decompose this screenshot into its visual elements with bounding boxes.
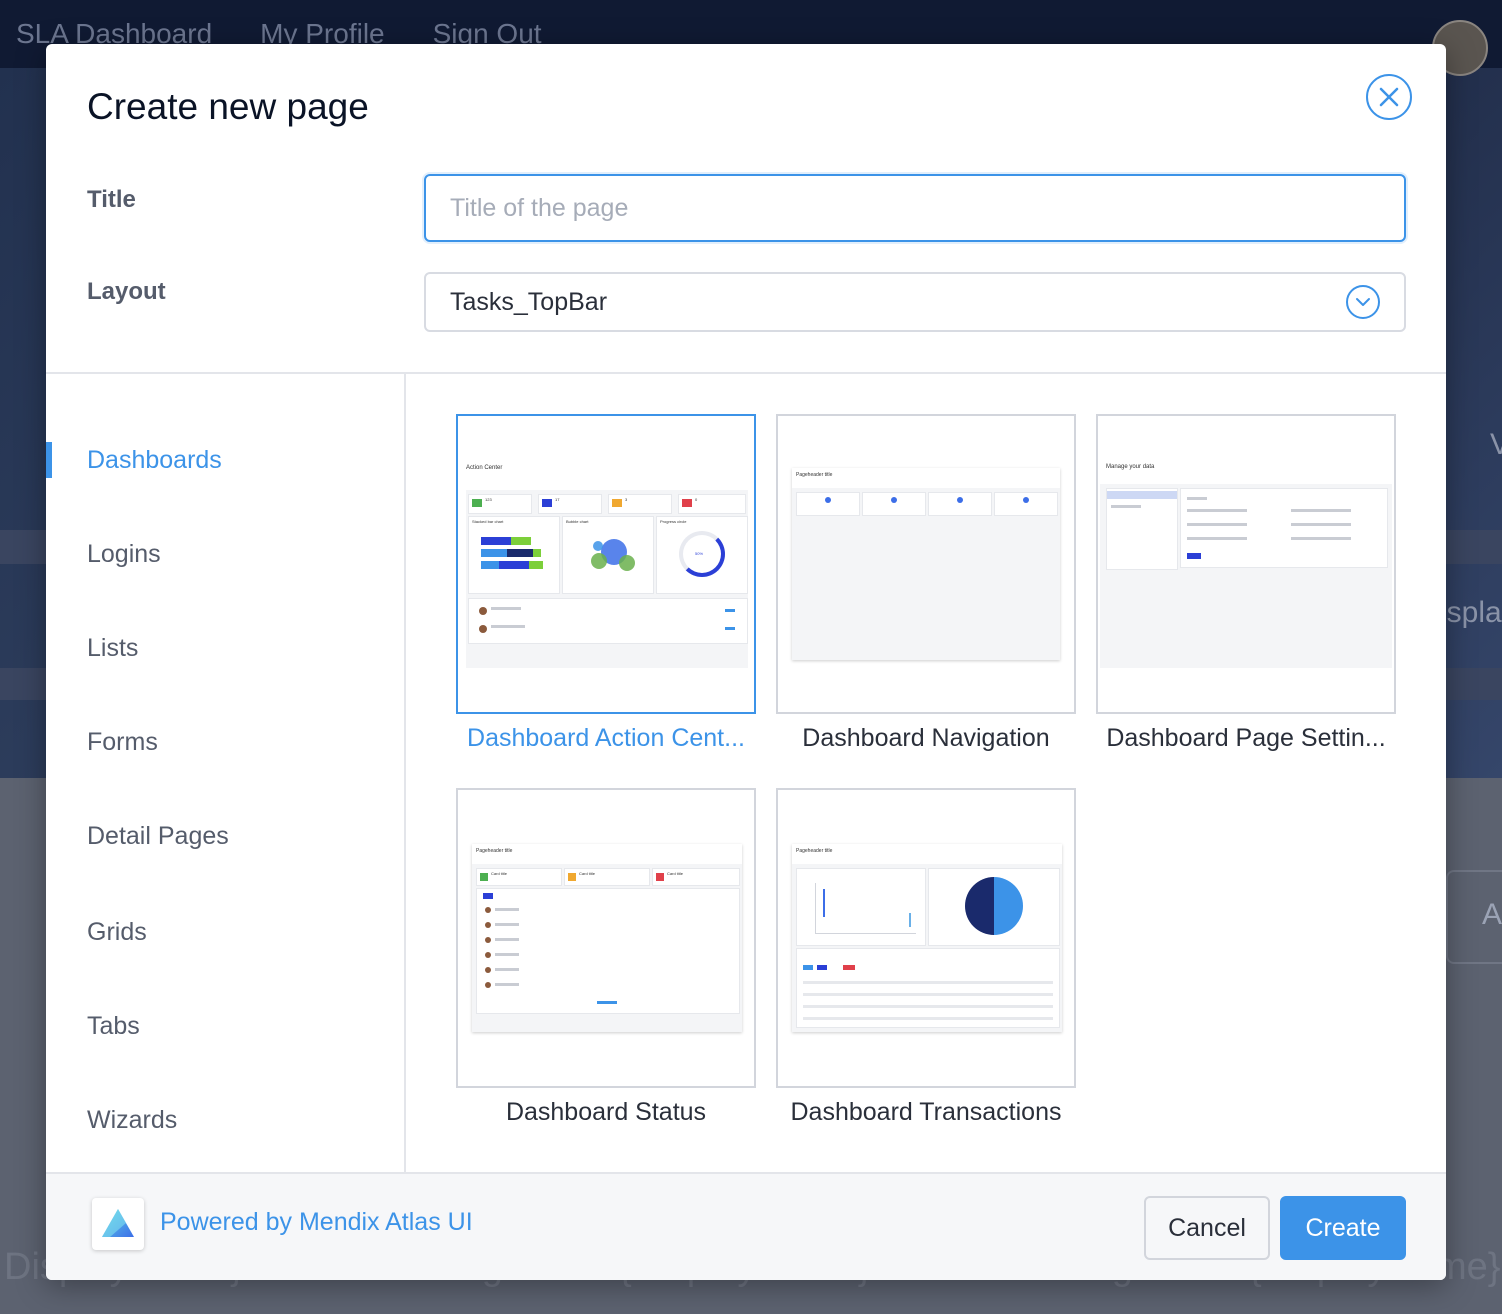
category-wizards[interactable]: Wizards [46, 1096, 404, 1144]
dialog-title: Create new page [87, 86, 369, 127]
thumbnail-preview: Pageheader title Card title Card title C… [472, 844, 742, 1032]
create-page-dialog: Create new page Title Layout Tasks_TopBa… [46, 44, 1446, 1280]
category-dashboards[interactable]: Dashboards [46, 436, 404, 484]
create-button[interactable]: Create [1280, 1196, 1406, 1260]
preview-panel-title: Progress circle [660, 519, 687, 524]
thumbnail-preview: Pageheader title [792, 468, 1060, 660]
background-card [1446, 870, 1502, 964]
preview-counter: 0 [695, 497, 698, 502]
divider [46, 372, 1446, 374]
background-text: ispla [1440, 596, 1502, 629]
category-lists[interactable]: Lists [46, 624, 404, 672]
template-thumbnail: Pageheader title Card title Card title C… [456, 788, 756, 1088]
category-label: Lists [87, 633, 139, 662]
preview-counter: 3 [625, 497, 628, 502]
category-tabs[interactable]: Tabs [46, 1002, 404, 1050]
layout-selected-value: Tasks_TopBar [450, 287, 608, 316]
template-dashboard-transactions[interactable]: Pageheader title Dashboard Transactions [776, 788, 1076, 1127]
category-grids[interactable]: Grids [46, 908, 404, 956]
layout-label: Layout [87, 278, 166, 305]
preview-panel-title: Bubble chart [566, 519, 589, 524]
thumbnail-preview: Manage your data [1100, 460, 1392, 668]
preview-card-title: Card title [491, 871, 508, 876]
category-label: Tabs [87, 1011, 140, 1040]
cancel-button[interactable]: Cancel [1144, 1196, 1270, 1260]
preview-progress-label: 50% [695, 551, 704, 556]
template-thumbnail: Action Center 123 17 3 0 Stacked bar cha… [456, 414, 756, 714]
thumbnail-preview: Action Center 123 17 3 0 Stacked bar cha… [466, 460, 748, 668]
template-dashboard-action-center[interactable]: Action Center 123 17 3 0 Stacked bar cha… [456, 414, 756, 753]
preview-header: Pageheader title [796, 848, 833, 854]
category-label: Dashboards [87, 445, 222, 474]
preview-counter: 17 [555, 497, 560, 502]
background-text: V [1490, 428, 1502, 461]
atlas-logo-icon [92, 1198, 144, 1250]
category-label: Grids [87, 917, 147, 946]
template-name: Dashboard Page Settin... [1106, 724, 1386, 752]
dialog-footer: Powered by Mendix Atlas UI Cancel Create [46, 1172, 1446, 1280]
template-name: Dashboard Transactions [790, 1098, 1062, 1126]
category-label: Detail Pages [87, 821, 229, 850]
category-logins[interactable]: Logins [46, 530, 404, 578]
title-label: Title [87, 186, 136, 213]
template-name: Dashboard Navigation [802, 724, 1050, 752]
preview-header: Pageheader title [476, 848, 513, 854]
template-dashboard-status[interactable]: Pageheader title Card title Card title C… [456, 788, 756, 1127]
title-input[interactable] [424, 174, 1406, 242]
preview-header: Pageheader title [796, 472, 833, 478]
divider [404, 374, 406, 1172]
thumbnail-preview: Pageheader title [792, 844, 1062, 1032]
preview-panel-title: Stacked bar chart [472, 519, 504, 524]
preview-header: Manage your data [1106, 464, 1155, 470]
category-label: Logins [87, 539, 161, 568]
template-dashboard-page-settings[interactable]: Manage your data Dashboard Page Settin..… [1096, 414, 1396, 753]
layout-select[interactable]: Tasks_TopBar [424, 272, 1406, 332]
close-button[interactable] [1366, 74, 1412, 120]
preview-counter: 123 [485, 497, 492, 502]
category-detail-pages[interactable]: Detail Pages [46, 812, 404, 860]
template-thumbnail: Pageheader title [776, 414, 1076, 714]
chevron-down-icon [1346, 285, 1380, 319]
preview-card-title: Card title [667, 871, 684, 876]
template-name: Dashboard Status [505, 1098, 707, 1126]
preview-header: Action Center [466, 465, 503, 471]
category-forms[interactable]: Forms [46, 718, 404, 766]
category-label: Forms [87, 727, 158, 756]
preview-card-title: Card title [579, 871, 596, 876]
close-icon [1379, 87, 1399, 107]
template-thumbnail: Pageheader title [776, 788, 1076, 1088]
template-name: Dashboard Action Cent... [467, 724, 745, 752]
powered-by-link[interactable]: Powered by Mendix Atlas UI [160, 1208, 473, 1237]
template-thumbnail: Manage your data [1096, 414, 1396, 714]
template-dashboard-navigation[interactable]: Pageheader title Dashboard Navigation [776, 414, 1076, 753]
category-label: Wizards [87, 1105, 178, 1134]
